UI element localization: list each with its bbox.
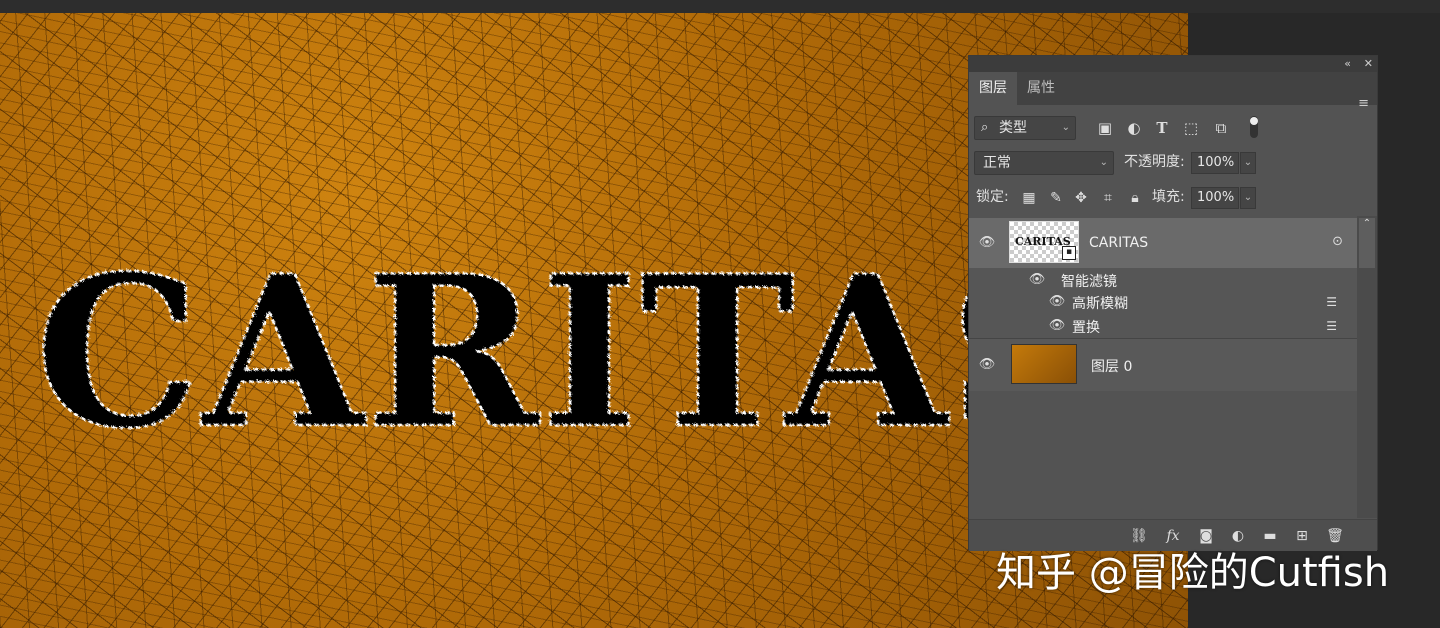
tab-properties[interactable]: 属性	[1017, 72, 1065, 105]
visibility-eye-icon[interactable]: 👁︎	[1048, 295, 1066, 309]
opacity-input[interactable]: 100%	[1191, 152, 1239, 174]
lock-transparency-icon[interactable]: ▦	[1019, 188, 1039, 208]
fill-chevron-icon[interactable]: ⌄	[1240, 187, 1256, 209]
opacity-label: 不透明度:	[1124, 154, 1185, 170]
chevron-down-icon: ⌄	[1061, 122, 1070, 133]
panel-menu-icon[interactable]: ≡	[1358, 96, 1369, 111]
collapse-icon[interactable]: «	[1344, 56, 1351, 72]
shape-filter-icon[interactable]: ⬚	[1181, 118, 1201, 138]
lock-pixels-brush-icon[interactable]: ✎	[1046, 188, 1066, 208]
visibility-eye-icon[interactable]: 👁︎	[978, 358, 996, 372]
fill-input[interactable]: 100%	[1191, 187, 1239, 209]
caritas-artwork-text: CARITAS	[35, 231, 1101, 475]
layer-filter-value: 类型	[999, 120, 1027, 136]
layer-name[interactable]: 图层 0	[1091, 356, 1132, 376]
panel-topbar: « ✕	[969, 56, 1377, 72]
layer-row-layer0[interactable]: 👁︎ 图层 0	[969, 338, 1357, 391]
layer-thumbnail: CARITAS ▪	[1009, 221, 1079, 263]
layer-filter-dropdown[interactable]: ⌕ 类型 ⌄	[974, 116, 1076, 140]
lock-label: 锁定:	[976, 189, 1009, 205]
filter-toggle-icon[interactable]	[1244, 114, 1264, 138]
watermark-text: 知乎 @冒险的Cutfish	[996, 550, 1390, 596]
chevron-down-icon: ⌄	[1099, 157, 1108, 168]
smart-filters-row[interactable]: 👁︎ 智能滤镜	[969, 268, 1357, 292]
filter-name: 高斯模糊	[1072, 296, 1128, 312]
blend-mode-value: 正常	[983, 155, 1011, 171]
visibility-eye-icon[interactable]: 👁︎	[1048, 319, 1066, 333]
top-strip	[0, 0, 1440, 13]
smart-object-filter-icon[interactable]: ⧉	[1211, 118, 1231, 138]
layer-name[interactable]: CARITAS	[1089, 235, 1148, 251]
layer-thumbnail	[1011, 344, 1077, 384]
panel-tabbar: 图层 属性 ≡	[969, 72, 1377, 111]
image-filter-icon[interactable]: ▣	[1095, 118, 1115, 138]
smart-filters-label: 智能滤镜	[1061, 274, 1117, 290]
close-icon[interactable]: ✕	[1364, 56, 1373, 72]
type-filter-icon[interactable]: T	[1152, 118, 1172, 138]
adjustment-filter-icon[interactable]: ◐	[1124, 118, 1144, 138]
visibility-eye-icon[interactable]: 👁︎	[978, 236, 996, 250]
filter-row-displace[interactable]: 👁︎ 置换 ☰	[969, 314, 1357, 338]
layer-row-caritas[interactable]: 👁︎ CARITAS ▪ CARITAS ⊙	[969, 218, 1357, 268]
filter-blending-options-icon[interactable]: ☰	[1326, 319, 1337, 333]
filter-row-gaussian-blur[interactable]: 👁︎ 高斯模糊 ☰	[969, 290, 1357, 314]
smart-filter-options-icon[interactable]: ⊙	[1332, 234, 1343, 249]
filter-name: 置换	[1072, 320, 1100, 336]
tab-layers[interactable]: 图层	[969, 72, 1017, 105]
smart-object-badge-icon: ▪	[1062, 246, 1076, 260]
layers-list: 👁︎ CARITAS ▪ CARITAS ⊙ 👁︎ 智能滤镜 👁︎ 高斯模糊 ☰…	[969, 216, 1377, 518]
lock-position-move-icon[interactable]: ✥	[1071, 188, 1091, 208]
scrollbar-thumb[interactable]: ⌃	[1359, 218, 1375, 268]
lock-artboard-icon[interactable]: ⌗	[1098, 188, 1118, 208]
fill-label: 填充:	[1152, 189, 1185, 205]
search-icon: ⌕	[981, 120, 989, 135]
layers-panel: « ✕ 图层 属性 ≡ ⌕ 类型 ⌄ ▣ ◐ T ⬚ ⧉ 正常 ⌄ 不透明度: …	[968, 55, 1378, 551]
blend-mode-dropdown[interactable]: 正常 ⌄	[974, 151, 1114, 175]
layers-scrollbar[interactable]: ⌃	[1357, 216, 1377, 518]
lock-all-icon[interactable]: 🔒︎	[1125, 188, 1145, 208]
opacity-chevron-icon[interactable]: ⌄	[1240, 152, 1256, 174]
filter-blending-options-icon[interactable]: ☰	[1326, 295, 1337, 309]
visibility-eye-icon[interactable]: 👁︎	[1028, 273, 1046, 287]
